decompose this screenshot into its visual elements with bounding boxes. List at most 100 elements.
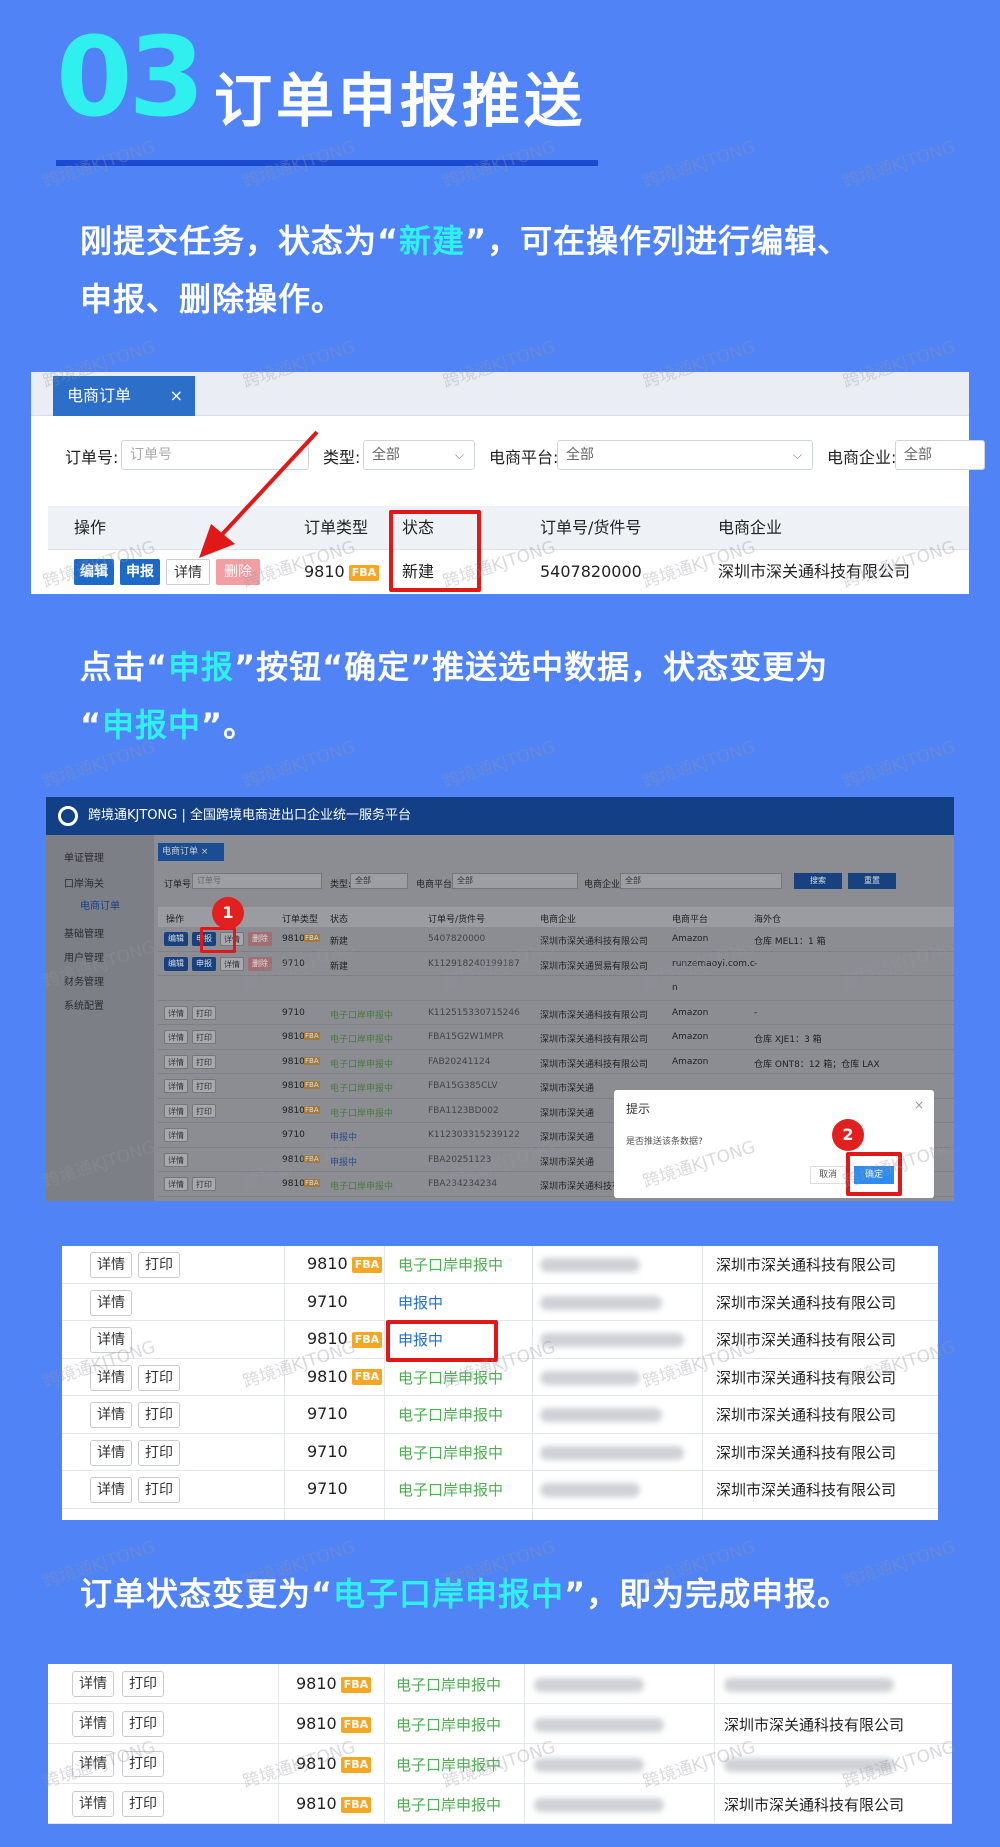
sidebar-item-finance[interactable]: 财务管理: [64, 973, 104, 988]
print-button[interactable]: 打印: [192, 1177, 216, 1191]
delete-button[interactable]: 删除: [248, 956, 272, 971]
print-button[interactable]: 打印: [192, 1054, 216, 1069]
print-button[interactable]: 打印: [138, 1477, 180, 1503]
edit-button[interactable]: 编辑: [74, 559, 114, 585]
platform-cell: n: [672, 983, 678, 993]
fba-badge: FBA: [340, 1676, 372, 1693]
tab-ecommerce-orders[interactable]: 电商订单 ×: [158, 843, 224, 861]
print-button[interactable]: 打印: [122, 1711, 164, 1737]
company-label: 电商企业:: [827, 448, 897, 467]
order-no-cell: FAB20241124: [428, 1056, 491, 1067]
sidebar-item-users[interactable]: 用户管理: [64, 949, 104, 964]
declare-button[interactable]: 申报: [120, 559, 160, 585]
order-no-input[interactable]: 订单号: [192, 873, 322, 889]
col-platform: 电商平台: [672, 915, 709, 925]
order-type: 9710: [282, 1130, 305, 1140]
order-no-cell: FBA15G385CLV: [428, 1081, 498, 1091]
close-icon[interactable]: ×: [170, 376, 183, 416]
detail-button[interactable]: 详情: [164, 1128, 188, 1142]
order-type: 9810: [307, 1366, 348, 1386]
order-type: 9810: [307, 1329, 348, 1348]
detail-button[interactable]: 详情: [72, 1671, 114, 1697]
declare-button[interactable]: 申报: [192, 956, 216, 971]
company-cell: 深圳市深关通: [540, 1133, 595, 1143]
order-type-cell: 9810 FBA: [296, 1754, 372, 1773]
detail-button[interactable]: 详情: [90, 1402, 132, 1428]
order-type: 9710: [307, 1441, 348, 1461]
detail-button[interactable]: 详情: [90, 1477, 132, 1503]
detail-button[interactable]: 详情: [90, 1289, 132, 1316]
company-cell: 深圳市深关通: [540, 1157, 595, 1168]
print-button[interactable]: 打印: [192, 1103, 216, 1118]
detail-button[interactable]: 详情: [72, 1791, 114, 1817]
search-button[interactable]: 搜索: [794, 873, 842, 889]
detail-button[interactable]: 详情: [164, 1103, 188, 1118]
detail-button[interactable]: 详情: [90, 1439, 132, 1466]
delete-button[interactable]: 删除: [248, 932, 272, 946]
sidebar-item-customs[interactable]: 口岸海关: [64, 875, 104, 890]
order-no-cell: K112918240199187: [428, 958, 520, 969]
detail-button[interactable]: 详情: [90, 1364, 132, 1391]
print-button[interactable]: 打印: [122, 1671, 164, 1697]
company-cell: 深圳市深关通科技有限公司: [724, 1796, 905, 1814]
platform-label: 电商平台:: [416, 880, 456, 890]
table-row: 详情 打印 9810 FBA 电子口岸申报中 深圳市深关通科技有限公司: [62, 1246, 938, 1284]
table-row: 详情 打印 9710 电子口岸申报中 深圳市深关通科技有限公司: [62, 1434, 938, 1471]
table-row: 详情 打印 9810 FBA 电子口岸申报中: [48, 1664, 952, 1704]
tab-ecommerce-orders[interactable]: 电商订单 ×: [53, 376, 195, 416]
detail-button[interactable]: 详情: [164, 1054, 188, 1069]
warehouse-cell: 仓库 XJE1：3 箱: [754, 1035, 822, 1045]
detail-button[interactable]: 详情: [90, 1327, 132, 1353]
cancel-button[interactable]: 取消: [810, 1166, 846, 1184]
order-type: 9810: [282, 1032, 305, 1042]
company-value: 全部: [904, 447, 932, 463]
company-select[interactable]: 全部: [895, 440, 985, 470]
sidebar-item-documents[interactable]: 单证管理: [64, 849, 104, 864]
sidebar-item-system[interactable]: 系统配置: [64, 997, 104, 1012]
step-number: 03: [56, 13, 205, 141]
chevron-down-icon: ⌵: [792, 448, 802, 462]
detail-button[interactable]: 详情: [90, 1252, 132, 1278]
print-button[interactable]: 打印: [138, 1439, 180, 1466]
detail-button[interactable]: 详情: [72, 1751, 114, 1777]
detail-button[interactable]: 详情: [164, 1030, 188, 1044]
type-select[interactable]: 全部: [350, 873, 408, 889]
platform-select[interactable]: 全部 ⌵: [557, 440, 813, 470]
detail-button[interactable]: 详情: [220, 956, 244, 971]
print-button[interactable]: 打印: [192, 1079, 216, 1093]
edit-button[interactable]: 编辑: [164, 956, 188, 971]
table-row: 详情 打印 9810 FBA 电子口岸申报中 FBA15G2W1MPR 深圳市深关通科技有限…: [158, 1025, 954, 1050]
title-underline: [56, 160, 598, 166]
text: ”，可在操作列进行编辑、: [465, 222, 851, 260]
type-select[interactable]: 全部 ⌵: [363, 440, 475, 470]
platform-select[interactable]: 全部: [452, 873, 578, 889]
detail-button[interactable]: 详情: [164, 1177, 188, 1191]
close-icon[interactable]: ×: [914, 1098, 924, 1112]
sidebar-item-orders[interactable]: 电商订单: [80, 897, 120, 912]
detail-button[interactable]: 详情: [164, 1079, 188, 1093]
step-badge-1: 1: [212, 897, 244, 929]
company-select[interactable]: 全部: [620, 873, 782, 889]
print-button[interactable]: 打印: [138, 1364, 180, 1391]
print-button[interactable]: 打印: [192, 1005, 216, 1020]
tab-label: 电商订单: [67, 386, 132, 405]
print-button[interactable]: 打印: [122, 1751, 164, 1777]
table-row: n: [158, 976, 954, 1001]
detail-button[interactable]: 详情: [72, 1711, 114, 1737]
blurred-order-no: [540, 1483, 640, 1497]
chevron-down-icon: ⌵: [454, 448, 464, 462]
print-button[interactable]: 打印: [138, 1252, 180, 1278]
reset-button[interactable]: 重置: [848, 873, 896, 889]
highlight-eport: 电子口岸申报中: [333, 1575, 565, 1613]
print-button[interactable]: 打印: [192, 1030, 216, 1044]
blurred-order-no: [540, 1370, 640, 1385]
warehouse-cell: 仓库 MEL1：1 箱: [754, 937, 826, 947]
edit-button[interactable]: 编辑: [164, 932, 188, 946]
sidebar-item-basic[interactable]: 基础管理: [64, 925, 104, 940]
detail-button[interactable]: 详情: [164, 1005, 188, 1020]
print-button[interactable]: 打印: [122, 1791, 164, 1817]
print-button[interactable]: 打印: [138, 1402, 180, 1428]
detail-button[interactable]: 详情: [164, 1152, 188, 1167]
fba-badge: FBA: [304, 1056, 320, 1065]
col-warehouse: 海外仓: [754, 915, 782, 925]
